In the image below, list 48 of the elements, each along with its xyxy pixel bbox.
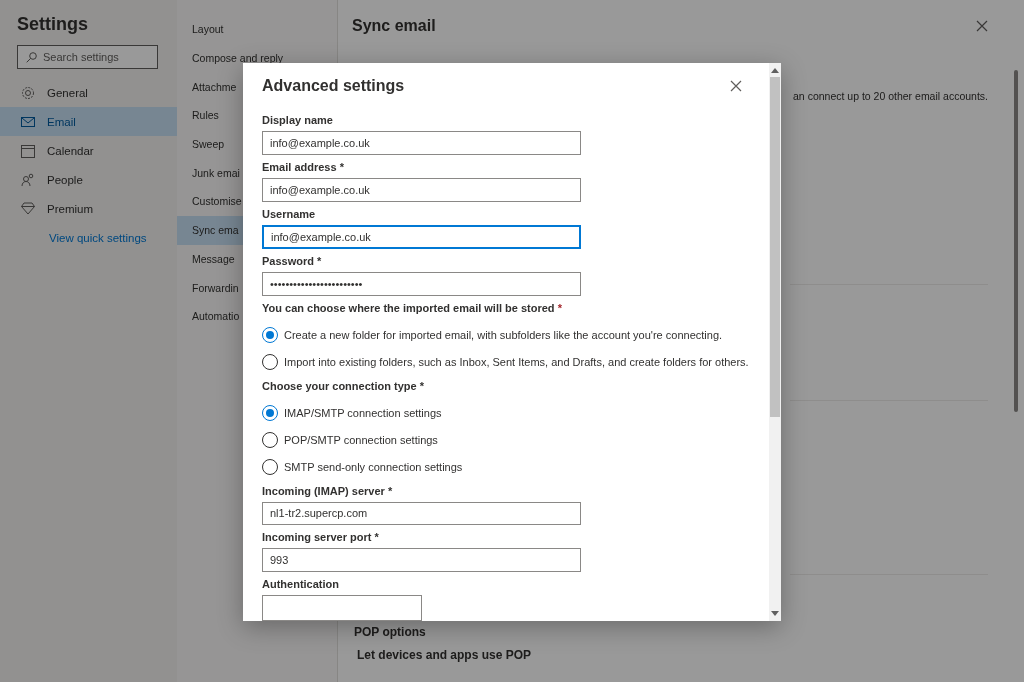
scroll-up-icon[interactable] xyxy=(771,67,779,73)
section-label: Let devices and apps use POP xyxy=(356,648,533,662)
input-field[interactable]: info@example.co.uk xyxy=(262,178,581,202)
search-field[interactable]: Search settings xyxy=(17,45,158,69)
diamond-icon xyxy=(21,202,35,215)
sidebar-item[interactable]: General xyxy=(0,78,177,107)
calendar-icon xyxy=(21,143,35,158)
sidebar-item[interactable]: Calendar xyxy=(0,136,177,165)
field-label: Username xyxy=(262,207,317,220)
field-label: Email address * xyxy=(262,161,345,174)
field-label: Display name xyxy=(262,114,334,127)
radio-option[interactable]: Import into existing folders, such as Inbox, Sent Items, and Drafts, and create folders for others. xyxy=(262,351,750,372)
close-icon[interactable] xyxy=(730,79,742,92)
input-field[interactable]: 993 xyxy=(262,548,581,572)
radio-option[interactable]: SMTP send-only connection settings xyxy=(262,456,750,477)
search-icon xyxy=(26,51,37,63)
scrollbar-thumb[interactable] xyxy=(1014,70,1018,412)
input-field[interactable]: info@example.co.uk xyxy=(262,131,581,156)
radio-option[interactable]: IMAP/SMTP connection settings xyxy=(262,402,750,423)
dialog-title: Advanced settings xyxy=(262,76,405,95)
input-field[interactable]: nl1-tr2.supercp.com xyxy=(262,501,581,526)
group-label: Choose your connection type * xyxy=(262,379,425,392)
section-heading: POP options xyxy=(353,625,427,639)
quick-settings-link[interactable]: View quick settings xyxy=(0,232,177,244)
sidebar-item[interactable]: Email xyxy=(0,107,177,136)
dropdown-field[interactable] xyxy=(262,595,422,621)
input-field[interactable]: •••••••••••••••••••••••• xyxy=(262,271,581,296)
sidebar-item[interactable]: Premium xyxy=(0,194,177,223)
pane-title: Sync email xyxy=(352,17,436,35)
envelope-icon xyxy=(21,115,35,128)
scroll-down-icon[interactable] xyxy=(771,611,779,617)
radio-option[interactable]: POP/SMTP connection settings xyxy=(262,429,750,450)
gear-icon xyxy=(21,85,35,100)
field-label: Password * xyxy=(262,254,323,267)
radio-option[interactable]: Create a new folder for imported email, with subfolders like the account you're connecting. xyxy=(262,324,750,345)
field-label: Incoming server port * xyxy=(262,531,380,544)
scrollbar-thumb[interactable] xyxy=(770,77,780,417)
settings-title: Settings xyxy=(16,14,89,35)
dialog-scrollbar[interactable] xyxy=(769,63,781,621)
input-field[interactable]: info@example.co.uk xyxy=(262,224,581,249)
close-icon[interactable] xyxy=(976,20,988,32)
people-icon xyxy=(21,172,35,187)
field-label: Authentication xyxy=(262,578,340,590)
field-label: Incoming (IMAP) server * xyxy=(262,484,394,497)
nav-item[interactable]: Layout xyxy=(177,15,337,44)
intro-text: an connect up to 20 other email accounts. xyxy=(792,90,988,102)
group-label: You can choose where the imported email will be stored * xyxy=(262,301,563,314)
sidebar-item[interactable]: People xyxy=(0,165,177,194)
